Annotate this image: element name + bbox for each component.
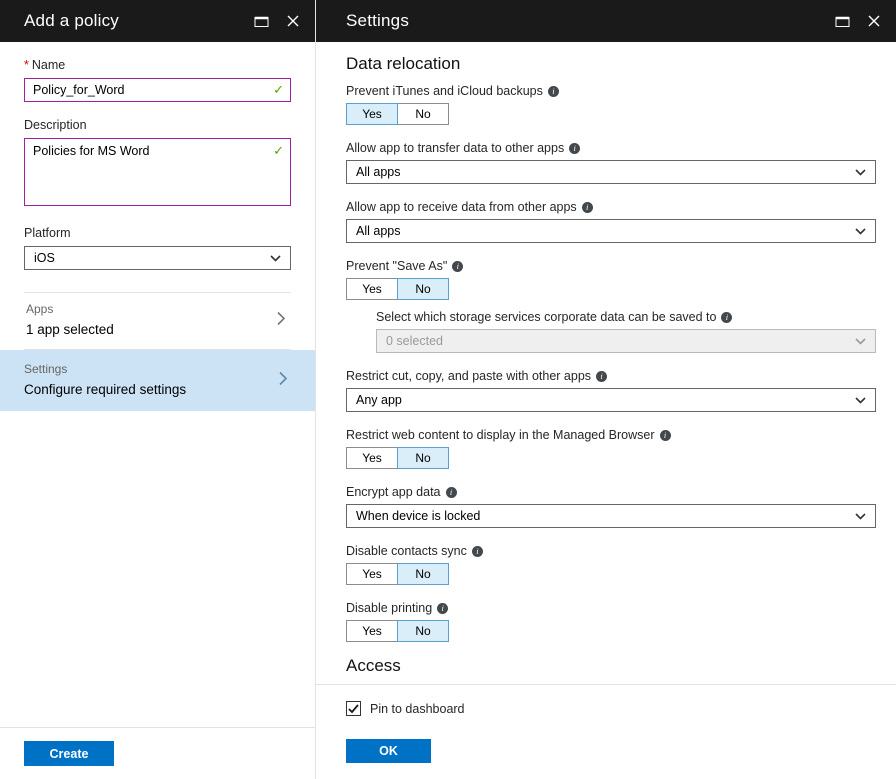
settings-row[interactable]: Settings Configure required settings — [0, 350, 315, 411]
transfer-data-label: Allow app to transfer data to other apps — [346, 141, 876, 156]
contacts-sync-toggle: Yes No — [346, 563, 876, 585]
contacts-sync-label: Disable contacts sync — [346, 544, 876, 559]
add-policy-header: Add a policy — [0, 0, 315, 42]
platform-dropdown[interactable]: iOS — [24, 246, 291, 270]
info-icon — [452, 261, 463, 272]
ok-button[interactable]: OK — [346, 739, 431, 763]
settings-footer: OK — [346, 739, 431, 763]
pin-to-dashboard-checkbox[interactable] — [346, 701, 361, 716]
storage-services-group: Select which storage services corporate … — [376, 310, 876, 353]
valid-check-icon — [273, 143, 284, 159]
check-icon — [348, 704, 359, 714]
add-policy-body: *Name Description Policies for MS Word P… — [0, 42, 315, 411]
valid-check-icon — [273, 82, 284, 98]
receive-data-label: Allow app to receive data from other app… — [346, 200, 876, 215]
encrypt-app-data-label: Encrypt app data — [346, 485, 876, 500]
managed-browser-toggle: Yes No — [346, 447, 876, 469]
dropdown-value: All apps — [356, 165, 400, 179]
transfer-data-dropdown[interactable]: All apps — [346, 160, 876, 184]
name-field-wrap — [24, 78, 291, 102]
chevron-down-icon — [855, 513, 866, 520]
apps-label: Apps — [26, 302, 289, 317]
divider — [316, 684, 896, 685]
info-icon — [596, 371, 607, 382]
maximize-icon[interactable] — [834, 13, 850, 29]
pin-to-dashboard-label: Pin to dashboard — [370, 702, 465, 716]
pin-to-dashboard-row: Pin to dashboard — [346, 701, 876, 716]
dropdown-value: All apps — [356, 224, 400, 238]
storage-services-label: Select which storage services corporate … — [376, 310, 876, 325]
info-icon — [472, 546, 483, 557]
toggle-yes-button[interactable]: Yes — [346, 278, 398, 300]
settings-header: Settings — [316, 0, 896, 42]
add-policy-blade: Add a policy *Name Description Policies … — [0, 0, 315, 779]
dropdown-value: 0 selected — [386, 334, 443, 348]
info-icon — [660, 430, 671, 441]
receive-data-dropdown[interactable]: All apps — [346, 219, 876, 243]
toggle-no-button[interactable]: No — [397, 103, 449, 125]
description-input[interactable]: Policies for MS Word — [24, 138, 291, 206]
apps-row[interactable]: Apps 1 app selected — [24, 293, 291, 349]
platform-value: iOS — [34, 251, 55, 265]
description-label: Description — [24, 118, 291, 133]
chevron-down-icon — [270, 255, 281, 262]
cut-copy-paste-dropdown[interactable]: Any app — [346, 388, 876, 412]
info-icon — [437, 603, 448, 614]
prevent-save-as-label: Prevent "Save As" — [346, 259, 876, 274]
settings-label: Settings — [24, 362, 291, 377]
cut-copy-paste-label: Restrict cut, copy, and paste with other… — [346, 369, 876, 384]
toggle-no-button[interactable]: No — [397, 563, 449, 585]
required-mark: * — [24, 58, 29, 72]
apps-value: 1 app selected — [26, 321, 289, 339]
storage-services-dropdown: 0 selected — [376, 329, 876, 353]
chevron-down-icon — [855, 228, 866, 235]
chevron-down-icon — [855, 169, 866, 176]
settings-body: Data relocation Prevent iTunes and iClou… — [316, 42, 896, 716]
info-icon — [721, 312, 732, 323]
dropdown-value: When device is locked — [356, 509, 480, 523]
settings-value: Configure required settings — [24, 381, 291, 399]
section-data-relocation: Data relocation — [346, 54, 876, 74]
encrypt-app-data-dropdown[interactable]: When device is locked — [346, 504, 876, 528]
toggle-yes-button[interactable]: Yes — [346, 563, 398, 585]
printing-label: Disable printing — [346, 601, 876, 616]
prevent-backups-label: Prevent iTunes and iCloud backups — [346, 84, 876, 99]
name-input[interactable] — [24, 78, 291, 102]
chevron-right-icon — [277, 312, 285, 331]
info-icon — [548, 86, 559, 97]
managed-browser-label: Restrict web content to display in the M… — [346, 428, 876, 443]
toggle-no-button[interactable]: No — [397, 278, 449, 300]
close-icon[interactable] — [285, 13, 301, 29]
maximize-icon[interactable] — [253, 13, 269, 29]
printing-toggle: Yes No — [346, 620, 876, 642]
chevron-down-icon — [855, 397, 866, 404]
blade-title: Settings — [346, 11, 834, 31]
settings-blade: Settings Data relocation Prevent iTunes … — [315, 0, 896, 779]
prevent-save-as-toggle: Yes No — [346, 278, 876, 300]
info-icon — [582, 202, 593, 213]
toggle-yes-button[interactable]: Yes — [346, 103, 398, 125]
name-label: *Name — [24, 58, 291, 73]
toggle-no-button[interactable]: No — [397, 620, 449, 642]
toggle-yes-button[interactable]: Yes — [346, 447, 398, 469]
chevron-right-icon — [279, 371, 287, 390]
blade-title: Add a policy — [24, 11, 253, 31]
section-access: Access — [346, 656, 876, 676]
platform-label: Platform — [24, 226, 291, 241]
info-icon — [569, 143, 580, 154]
chevron-down-icon — [855, 338, 866, 345]
toggle-yes-button[interactable]: Yes — [346, 620, 398, 642]
prevent-backups-toggle: Yes No — [346, 103, 876, 125]
info-icon — [446, 487, 457, 498]
intune-portal: Add a policy *Name Description Policies … — [0, 0, 896, 779]
description-field-wrap: Policies for MS Word — [24, 138, 291, 206]
create-button[interactable]: Create — [24, 741, 114, 766]
dropdown-value: Any app — [356, 393, 402, 407]
close-icon[interactable] — [866, 13, 882, 29]
toggle-no-button[interactable]: No — [397, 447, 449, 469]
add-policy-footer: Create — [0, 727, 315, 779]
